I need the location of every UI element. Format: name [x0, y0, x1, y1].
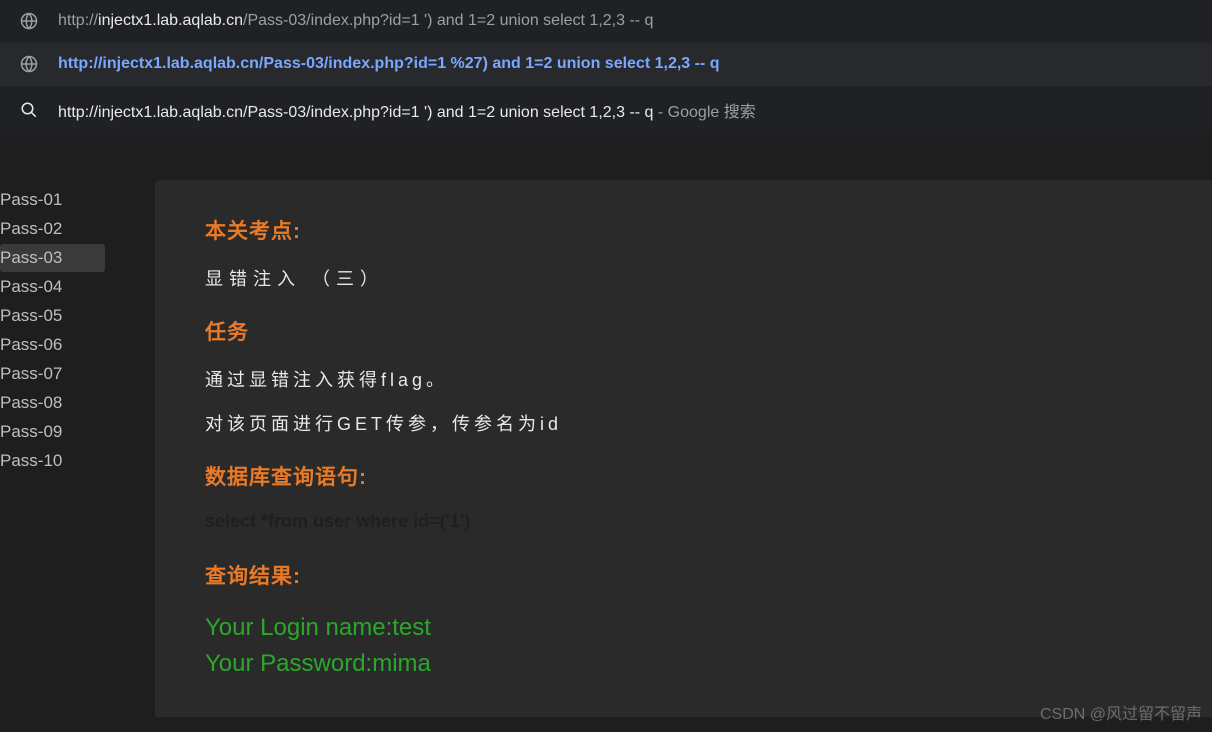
search-icon [20, 101, 38, 119]
heading-result: 查询结果: [205, 560, 1162, 590]
sidebar-item-pass-09[interactable]: Pass-09 [0, 418, 105, 446]
sidebar-item-pass-02[interactable]: Pass-02 [0, 215, 105, 243]
text-task-1: 通过显错注入获得flag。 [205, 366, 1162, 392]
result-line-1: Your Login name:test [205, 610, 1162, 646]
text-keypoint: 显错注入 （三） [205, 265, 1162, 291]
globe-icon [20, 55, 38, 73]
heading-sql: 数据库查询语句: [205, 461, 1162, 491]
sidebar-item-pass-01[interactable]: Pass-01 [0, 186, 105, 214]
main-body: Pass-01Pass-02Pass-03Pass-04Pass-05Pass-… [0, 180, 1212, 717]
sidebar-nav: Pass-01Pass-02Pass-03Pass-04Pass-05Pass-… [0, 180, 105, 717]
sidebar-item-pass-07[interactable]: Pass-07 [0, 360, 105, 388]
omnibox-url-2: http://injectx1.lab.aqlab.cn/Pass-03/ind… [58, 55, 720, 73]
omnibox-url-3: http://injectx1.lab.aqlab.cn/Pass-03/ind… [58, 98, 756, 122]
sql-statement: select *from user where id=('1') [205, 511, 1162, 532]
browser-omnibox: http://injectx1.lab.aqlab.cn/Pass-03/ind… [0, 0, 1212, 135]
sidebar-item-pass-06[interactable]: Pass-06 [0, 331, 105, 359]
heading-task: 任务 [205, 316, 1162, 346]
sidebar-item-pass-05[interactable]: Pass-05 [0, 302, 105, 330]
omnibox-suggestion-1[interactable]: http://injectx1.lab.aqlab.cn/Pass-03/ind… [0, 0, 1212, 43]
omnibox-url-1: http://injectx1.lab.aqlab.cn/Pass-03/ind… [58, 12, 653, 30]
result-line-2: Your Password:mima [205, 646, 1162, 682]
sidebar-item-pass-10[interactable]: Pass-10 [0, 447, 105, 475]
omnibox-suggestion-2[interactable]: http://injectx1.lab.aqlab.cn/Pass-03/ind… [0, 43, 1212, 86]
watermark: CSDN @风过留不留声 [1040, 700, 1202, 724]
globe-icon [20, 12, 38, 30]
sidebar-item-pass-03[interactable]: Pass-03 [0, 244, 105, 272]
omnibox-suggestion-3[interactable]: http://injectx1.lab.aqlab.cn/Pass-03/ind… [0, 86, 1212, 135]
sidebar-item-pass-08[interactable]: Pass-08 [0, 389, 105, 417]
content-panel: 本关考点: 显错注入 （三） 任务 通过显错注入获得flag。 对该页面进行GE… [155, 180, 1212, 717]
sidebar-item-pass-04[interactable]: Pass-04 [0, 273, 105, 301]
heading-keypoint: 本关考点: [205, 215, 1162, 245]
text-task-2: 对该页面进行GET传参，传参名为id [205, 410, 1162, 436]
